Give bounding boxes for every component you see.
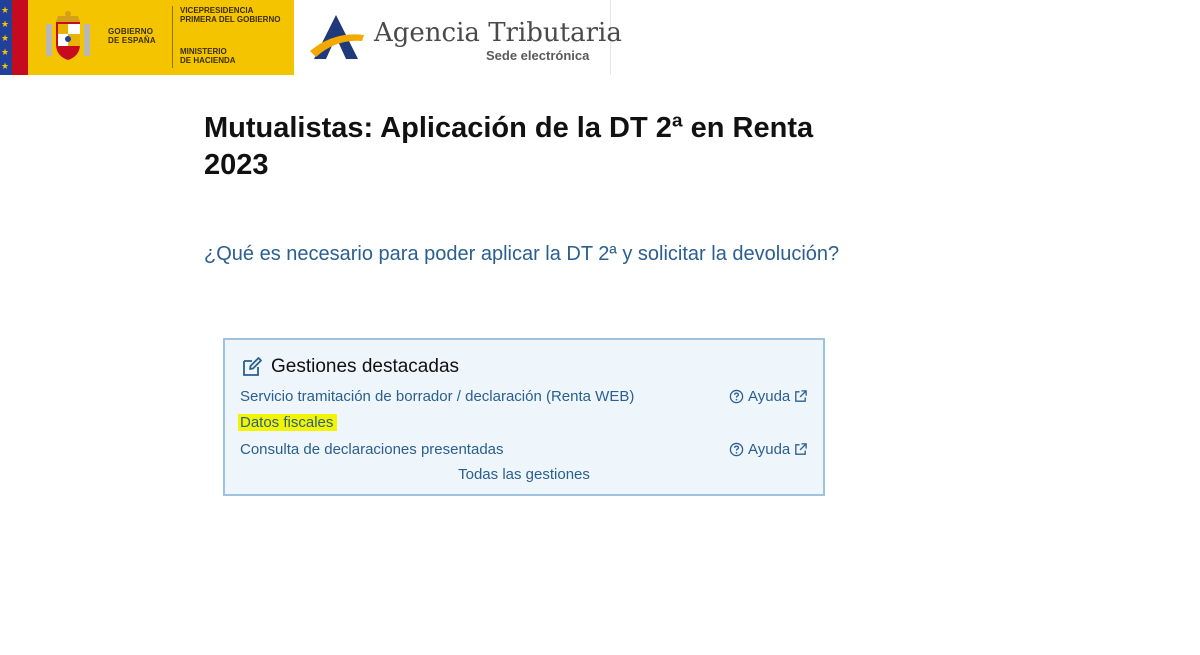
divider xyxy=(172,6,173,68)
help-link-submitted-returns[interactable]: Ayuda xyxy=(729,441,808,458)
coat-of-arms-icon xyxy=(46,11,90,60)
gov-line-1: GOBIERNO xyxy=(108,27,154,36)
agency-logo-link[interactable]: Agencia Tributaria Sede electrónica xyxy=(294,0,622,75)
agency-subtitle: Sede electrónica xyxy=(486,48,590,63)
agency-logo-icon xyxy=(310,15,364,59)
all-procedures-link[interactable]: Todas las gestiones xyxy=(225,466,823,483)
help-circle-icon xyxy=(729,442,744,457)
page-title: Mutualistas: Aplicación de la DT 2ª en R… xyxy=(204,112,814,181)
help-label: Ayuda xyxy=(748,441,791,458)
vicepresidency-name: VICEPRESIDENCIA PRIMERA DEL GOBIERNO xyxy=(180,6,280,24)
help-circle-icon xyxy=(729,389,744,404)
panel-title: Gestiones destacadas xyxy=(271,356,460,377)
vice-line-2: PRIMERA DEL GOBIERNO xyxy=(180,15,281,24)
help-link-renta-web[interactable]: Ayuda xyxy=(729,388,808,405)
min-line-1: MINISTERIO xyxy=(180,47,227,56)
requirements-link[interactable]: ¿Qué es necesario para poder aplicar la … xyxy=(204,243,839,266)
flag-stripe xyxy=(12,0,28,75)
agency-title: Agencia Tributaria xyxy=(374,18,622,48)
external-link-icon xyxy=(795,443,808,455)
edit-icon xyxy=(243,357,262,376)
fiscal-data-link[interactable]: Datos fiscales xyxy=(238,414,338,431)
government-name: GOBIERNO DE ESPAÑA xyxy=(108,27,156,45)
submitted-returns-link[interactable]: Consulta de declaraciones presentadas xyxy=(240,441,504,458)
external-link-icon xyxy=(795,390,808,402)
vice-line-1: VICEPRESIDENCIA xyxy=(180,6,254,15)
min-line-2: DE HACIENDA xyxy=(180,56,236,65)
ministry-name: MINISTERIO DE HACIENDA xyxy=(180,47,236,65)
panel-header: Gestiones destacadas xyxy=(241,356,459,378)
site-header: ★ ★ ★ ★ ★ GOBIERNO DE ESPAÑA VICEPRESIDE… xyxy=(0,0,622,75)
featured-procedures-panel: Gestiones destacadas Servicio tramitació… xyxy=(223,338,825,496)
help-label: Ayuda xyxy=(748,388,791,405)
gov-line-2: DE ESPAÑA xyxy=(108,36,156,45)
renta-web-link[interactable]: Servicio tramitación de borrador / decla… xyxy=(240,388,634,405)
eu-flag: ★ ★ ★ ★ ★ xyxy=(0,0,12,75)
government-banner[interactable]: ★ ★ ★ ★ ★ GOBIERNO DE ESPAÑA VICEPRESIDE… xyxy=(0,0,294,75)
